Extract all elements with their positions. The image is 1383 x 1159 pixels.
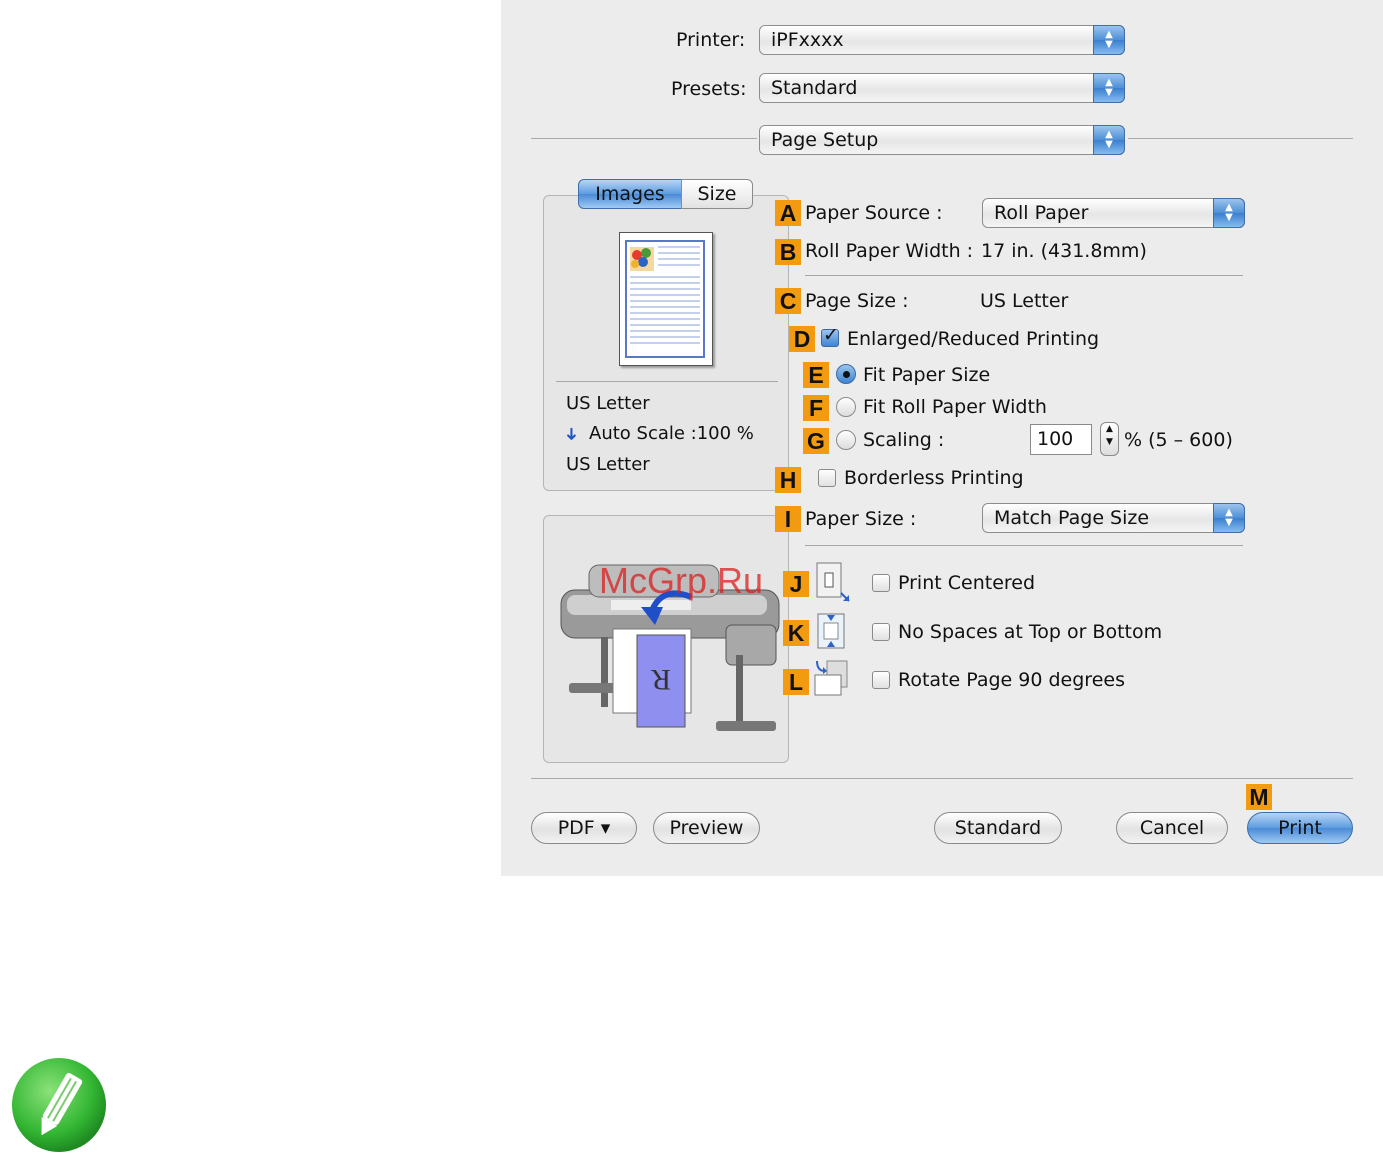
print-centered-icon xyxy=(815,561,851,605)
updown-arrows-icon: ▲ ▼ xyxy=(1213,198,1245,228)
print-button[interactable]: Print xyxy=(1247,812,1353,844)
down-arrow-icon: ➜ xyxy=(561,426,582,442)
rotate-checkbox[interactable] xyxy=(872,671,890,689)
printer-value: iPFxxxx xyxy=(771,29,844,51)
no-spaces-checkbox[interactable] xyxy=(872,623,890,641)
paper-source-value: Roll Paper xyxy=(994,202,1089,224)
scaling-value: 100 xyxy=(1037,428,1074,450)
paper-source-popup[interactable]: Roll Paper ▲ ▼ xyxy=(982,198,1245,228)
marker-b: B xyxy=(775,239,801,265)
scaling-label: Scaling : xyxy=(863,429,945,451)
marker-g: G xyxy=(803,428,829,454)
preview-line1: US Letter xyxy=(566,393,650,414)
marker-a: A xyxy=(775,200,801,226)
roll-width-label: Roll Paper Width : xyxy=(805,240,974,262)
divider xyxy=(805,545,1243,546)
preview-button[interactable]: Preview xyxy=(653,812,760,844)
fit-roll-radio[interactable] xyxy=(836,397,856,417)
marker-f: F xyxy=(803,395,829,421)
fit-roll-label: Fit Roll Paper Width xyxy=(863,396,1047,418)
presets-label: Presets: xyxy=(671,78,747,100)
updown-arrows-icon: ▲ ▼ xyxy=(1093,73,1125,103)
pdf-button[interactable]: PDF ▾ xyxy=(531,812,637,844)
divider xyxy=(556,381,778,382)
no-spaces-label: No Spaces at Top or Bottom xyxy=(898,621,1163,643)
updown-arrows-icon: ▲ ▼ xyxy=(1093,25,1125,55)
scaling-range: % (5 – 600) xyxy=(1124,429,1233,451)
page-size-value: US Letter xyxy=(980,290,1069,312)
watermark-text: McGrp.Ru xyxy=(599,560,764,601)
preview-line3: US Letter xyxy=(566,454,650,475)
note-pencil-icon xyxy=(10,1056,108,1154)
print-dialog: Printer: iPFxxxx ▲ ▼ Presets: Standard ▲ ▼… xyxy=(501,0,1383,876)
standard-button-label: Standard xyxy=(954,817,1042,839)
page-size-label: Page Size : xyxy=(805,290,909,312)
svg-text:R: R xyxy=(651,663,671,696)
paper-size-label: Paper Size : xyxy=(805,508,917,530)
marker-l: L xyxy=(783,669,809,695)
tab-size-label: Size xyxy=(697,183,737,205)
updown-arrows-icon: ▲ ▼ xyxy=(1093,125,1125,155)
enlarged-label: Enlarged/Reduced Printing xyxy=(847,328,1100,350)
marker-d: D xyxy=(789,326,815,352)
rotate-label: Rotate Page 90 degrees xyxy=(898,669,1125,691)
roll-width-value: 17 in. (431.8mm) xyxy=(981,240,1147,262)
marker-m: M xyxy=(1246,784,1272,810)
marker-c: C xyxy=(775,288,801,314)
print-centered-label: Print Centered xyxy=(898,572,1036,594)
marker-k: K xyxy=(783,620,809,646)
preview-button-label: Preview xyxy=(669,817,744,839)
print-centered-checkbox[interactable] xyxy=(872,574,890,592)
fit-paper-label: Fit Paper Size xyxy=(863,364,991,386)
standard-button[interactable]: Standard xyxy=(934,812,1062,844)
paper-source-label: Paper Source : xyxy=(805,202,943,224)
presets-value: Standard xyxy=(771,77,858,99)
updown-arrows-icon: ▲ ▼ xyxy=(1213,503,1245,533)
scaling-radio[interactable] xyxy=(836,430,856,450)
paper-size-value: Match Page Size xyxy=(994,507,1150,529)
cancel-button-label: Cancel xyxy=(1139,817,1205,839)
scaling-input[interactable]: 100 xyxy=(1030,424,1092,455)
tab-images[interactable]: Images xyxy=(578,179,682,209)
marker-j: J xyxy=(783,571,809,597)
enlarged-checkbox[interactable] xyxy=(821,324,839,347)
print-button-label: Print xyxy=(1278,817,1322,839)
divider xyxy=(531,138,757,139)
cancel-button[interactable]: Cancel xyxy=(1116,812,1228,844)
panel-value: Page Setup xyxy=(771,129,879,151)
page-preview-icon xyxy=(619,232,713,366)
borderless-checkbox[interactable] xyxy=(818,469,836,487)
divider xyxy=(1128,138,1353,139)
borderless-label: Borderless Printing xyxy=(844,467,1024,489)
rotate-page-icon xyxy=(811,657,851,697)
tab-images-label: Images xyxy=(595,183,665,205)
divider xyxy=(805,275,1243,276)
preview-line2: Auto Scale :100 % xyxy=(589,423,754,444)
marker-e: E xyxy=(803,362,829,388)
panel-popup[interactable]: Page Setup ▲ ▼ xyxy=(759,125,1125,155)
printer-label: Printer: xyxy=(676,29,746,51)
paper-size-popup[interactable]: Match Page Size ▲ ▼ xyxy=(982,503,1245,533)
fit-paper-radio[interactable] xyxy=(836,364,856,384)
scaling-stepper[interactable]: ▲ ▼ xyxy=(1100,422,1119,456)
no-spaces-icon xyxy=(815,611,851,651)
presets-popup[interactable]: Standard ▲ ▼ xyxy=(759,73,1125,103)
tab-size[interactable]: Size xyxy=(681,179,753,209)
printer-popup[interactable]: iPFxxxx ▲ ▼ xyxy=(759,25,1125,55)
marker-i: I xyxy=(775,506,801,532)
marker-h: H xyxy=(775,467,801,493)
divider xyxy=(531,778,1353,779)
pdf-button-label: PDF ▾ xyxy=(557,817,611,839)
